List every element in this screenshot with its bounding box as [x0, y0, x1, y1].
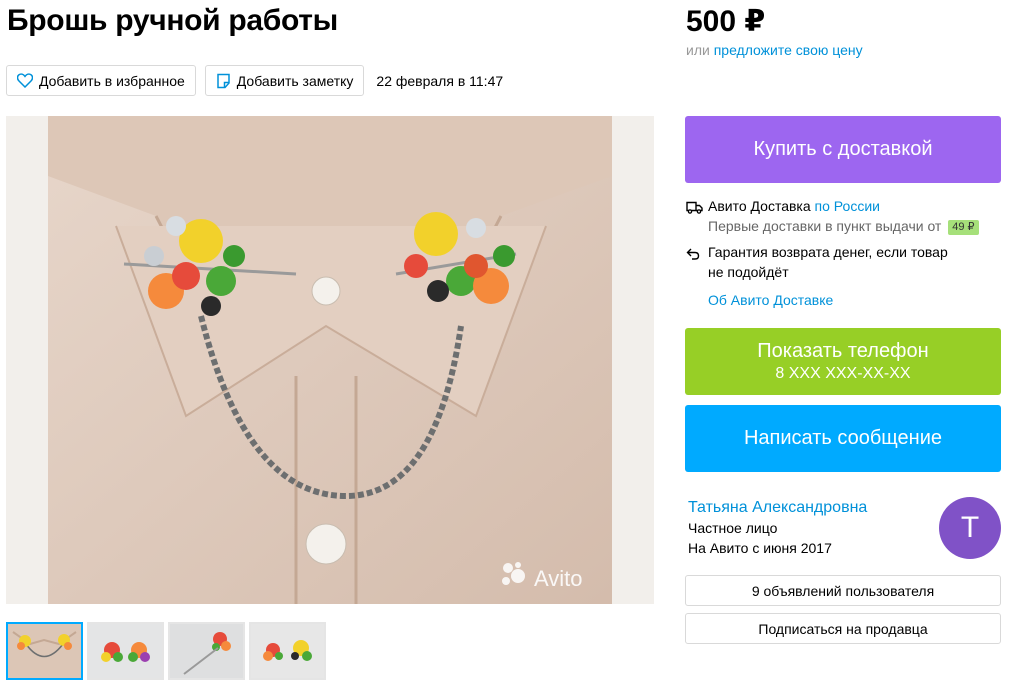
seller-ads-button[interactable]: 9 объявлений пользователя — [685, 575, 1001, 606]
masked-phone-number: 8 XXX XXX-XX-XX — [775, 365, 911, 382]
seller-type: Частное лицо — [688, 520, 778, 536]
truck-icon — [686, 201, 703, 214]
thumbnail-2[interactable] — [87, 622, 164, 680]
delivery-region-link[interactable]: по России — [815, 198, 880, 214]
offer-price-line: или предложите свою цену — [686, 42, 863, 58]
price: 500 ₽ — [686, 5, 766, 38]
add-to-favorites-button[interactable]: Добавить в избранное — [6, 65, 196, 96]
about-delivery-link[interactable]: Об Авито Доставке — [708, 290, 833, 310]
offer-price-link[interactable]: предложите свою цену — [714, 42, 863, 58]
write-message-button[interactable]: Написать сообщение — [685, 405, 1001, 472]
show-phone-label: Показать телефон — [757, 340, 929, 362]
delivery-fee-badge: 49 ₽ — [948, 219, 979, 235]
money-back-guarantee-line1: Гарантия возврата денег, если товар — [708, 244, 948, 260]
subscribe-to-seller-button[interactable]: Подписаться на продавца — [685, 613, 1001, 644]
seller-info: Татьяна Александровна Частное лицо На Ав… — [688, 498, 867, 558]
add-note-button[interactable]: Добавить заметку — [204, 65, 365, 96]
seller-avatar[interactable]: Т — [939, 497, 1001, 559]
buy-with-delivery-button[interactable]: Купить с доставкой — [685, 116, 1001, 183]
thumbnail-4[interactable] — [249, 622, 326, 680]
delivery-service: Авито Доставка — [708, 198, 811, 214]
listing-actions: Добавить в избранное Добавить заметку 22… — [6, 65, 503, 96]
money-back-guarantee-line2: не подойдёт — [708, 264, 789, 280]
main-photo[interactable]: Avito — [6, 116, 654, 604]
publication-date: 22 февраля в 11:47 — [376, 72, 504, 89]
heart-icon — [17, 73, 33, 88]
thumbnail-strip — [6, 622, 326, 680]
note-label: Добавить заметку — [236, 72, 354, 89]
show-phone-button[interactable]: Показать телефон 8 XXX XXX-XX-XX — [685, 328, 1001, 395]
offer-prefix: или — [686, 42, 710, 58]
thumbnail-3[interactable] — [168, 622, 245, 680]
delivery-info: Авито Доставка по России Первые доставки… — [686, 196, 1006, 310]
return-arrow-icon — [686, 248, 700, 260]
note-icon — [217, 73, 230, 88]
avito-watermark: Avito — [534, 566, 583, 591]
first-delivery-text: Первые доставки в пункт выдачи от — [708, 218, 942, 234]
seller-name-link[interactable]: Татьяна Александровна — [688, 498, 867, 518]
thumbnail-1[interactable] — [6, 622, 83, 680]
seller-since: На Авито с июня 2017 — [688, 540, 832, 556]
favorites-label: Добавить в избранное — [39, 72, 185, 89]
listing-title: Брошь ручной работы — [7, 4, 338, 37]
